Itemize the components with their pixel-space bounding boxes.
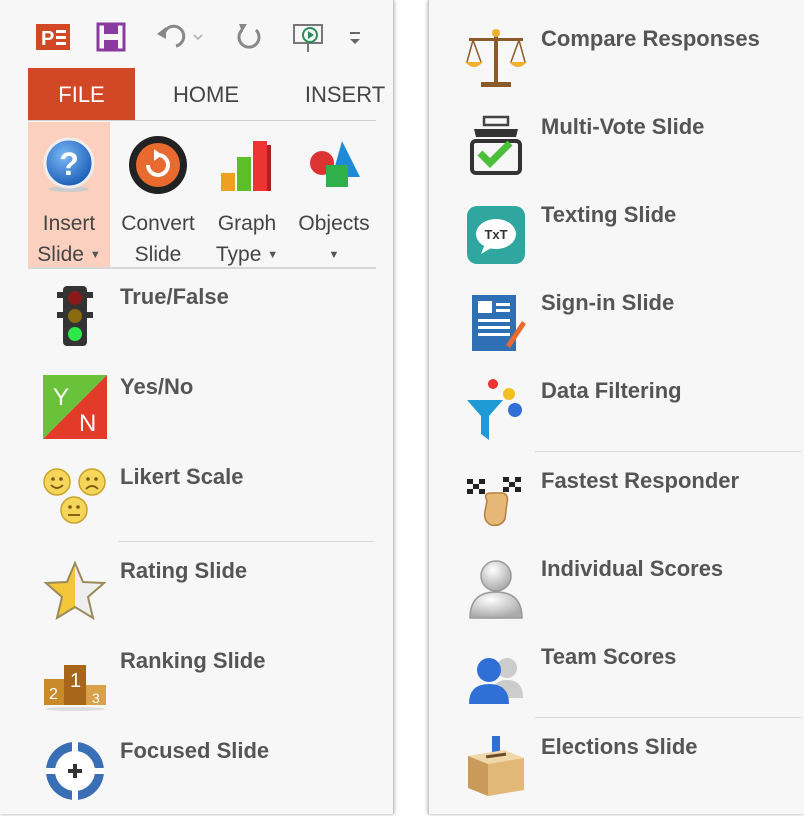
customize-toolbar-icon[interactable]: [348, 28, 362, 53]
menu-item-label: Yes/No: [120, 374, 194, 399]
team-icon: [461, 642, 531, 712]
menu-item-label: Multi-Vote Slide: [541, 114, 705, 139]
menu-item-label: Elections Slide: [541, 734, 698, 759]
menu-item-label: Individual Scores: [541, 556, 724, 581]
crosshair-icon: [40, 736, 110, 806]
graph-type-button[interactable]: Graph Type ▼: [206, 122, 288, 267]
menu-item-label: Rating Slide: [120, 558, 248, 583]
star-icon: [40, 556, 110, 626]
svg-text:N: N: [79, 410, 96, 437]
powerpoint-logo-icon: P: [36, 22, 70, 57]
menu-item-label: Compare Responses: [541, 26, 760, 51]
smiley-faces-icon: [40, 462, 110, 532]
redo-icon[interactable]: [234, 22, 264, 57]
svg-text:TxT: TxT: [484, 227, 507, 242]
menu-item-true-false[interactable]: True/False: [40, 282, 370, 362]
menu-item-individual-scores[interactable]: Individual Scores: [461, 554, 801, 634]
person-icon: [461, 554, 531, 624]
objects-button[interactable]: Objects ▼: [292, 122, 376, 267]
tab-home[interactable]: HOME: [156, 68, 256, 120]
menu-item-label: Likert Scale: [120, 464, 244, 489]
tab-file[interactable]: FILE: [28, 68, 135, 120]
menu-separator: [535, 451, 801, 452]
menu-item-texting-slide[interactable]: TxT Texting Slide: [461, 200, 801, 280]
menu-item-rating-slide[interactable]: Rating Slide: [40, 556, 370, 636]
menu-item-label: Ranking Slide: [120, 648, 266, 673]
checkered-flags-icon: [461, 466, 531, 536]
sign-in-form-icon: [461, 288, 531, 358]
graph-type-label-2: Type: [215, 243, 262, 266]
txt-bubble-icon: TxT: [461, 200, 531, 270]
ribbon-buttons: ? Insert Slide ▼ Convert Slide Graph Typ…: [28, 122, 376, 269]
objects-label: Objects: [298, 212, 370, 235]
ribbon-tabs: FILE HOME INSERT: [28, 68, 385, 121]
menu-item-team-scores[interactable]: Team Scores: [461, 642, 801, 722]
dropdown-caret-icon: ▼: [89, 248, 101, 261]
menu-separator: [535, 717, 801, 718]
menu-item-label: Team Scores: [541, 644, 677, 669]
menu-item-compare-responses[interactable]: Compare Responses: [461, 24, 801, 104]
convert-slide-button[interactable]: Convert Slide: [112, 122, 204, 267]
menu-item-likert-scale[interactable]: Likert Scale: [40, 462, 370, 542]
dropdown-caret-icon: ▼: [267, 248, 279, 261]
menu-item-multi-vote-slide[interactable]: Multi-Vote Slide: [461, 112, 801, 192]
svg-text:Y: Y: [53, 384, 69, 411]
traffic-light-icon: [40, 282, 110, 352]
funnel-icon: [461, 376, 531, 446]
menu-item-label: True/False: [120, 284, 229, 309]
menu-item-data-filtering[interactable]: Data Filtering: [461, 376, 801, 456]
graph-type-label-1: Graph: [217, 212, 277, 235]
menu-item-label: Focused Slide: [120, 738, 270, 763]
bar-chart-icon: [206, 122, 288, 208]
menu-item-label: Sign-in Slide: [541, 290, 675, 315]
menu-separator: [118, 541, 374, 542]
convert-slide-label-1: Convert: [121, 212, 195, 235]
ribbon-panel: P FILE HOME INSERT ? Insert Slide ▼ Conv…: [0, 0, 394, 814]
slideshow-icon[interactable]: [292, 22, 326, 61]
menu-item-label: Texting Slide: [541, 202, 677, 227]
insert-slide-label-1: Insert: [42, 212, 96, 235]
convert-icon: [112, 122, 204, 208]
svg-text:3: 3: [92, 690, 100, 706]
menu-item-sign-in-slide[interactable]: Sign-in Slide: [461, 288, 801, 368]
dropdown-caret-icon: ▼: [328, 248, 340, 261]
insert-slide-label-2: Slide: [37, 243, 84, 266]
undo-icon[interactable]: [154, 22, 206, 57]
menu-item-yes-no[interactable]: YN Yes/No: [40, 372, 370, 452]
scales-icon: [461, 24, 531, 94]
svg-text:?: ?: [59, 146, 79, 182]
save-icon[interactable]: [96, 22, 126, 57]
menu-item-fastest-responder[interactable]: Fastest Responder: [461, 466, 801, 546]
podium-icon: 213: [40, 646, 110, 716]
help-question-icon: ?: [28, 122, 110, 208]
ballot-box-icon: [461, 732, 531, 802]
menu-item-focused-slide[interactable]: Focused Slide: [40, 736, 370, 816]
menu-item-ranking-slide[interactable]: 213 Ranking Slide: [40, 646, 370, 726]
yes-no-icon: YN: [40, 372, 110, 442]
menu-item-elections-slide[interactable]: Elections Slide: [461, 732, 801, 812]
menu-item-label: Data Filtering: [541, 378, 682, 403]
svg-text:1: 1: [70, 670, 81, 692]
convert-slide-label-2: Slide: [134, 243, 182, 266]
insert-slide-button[interactable]: ? Insert Slide ▼: [28, 122, 110, 267]
menu-item-label: Fastest Responder: [541, 468, 740, 493]
svg-text:P: P: [41, 28, 54, 50]
checkbox-tray-icon: [461, 112, 531, 182]
menu-panel: Compare Responses Multi-Vote Slide TxT T…: [428, 0, 804, 814]
tab-insert[interactable]: INSERT: [290, 68, 400, 120]
shapes-icon: [292, 122, 376, 208]
svg-text:2: 2: [49, 686, 58, 703]
